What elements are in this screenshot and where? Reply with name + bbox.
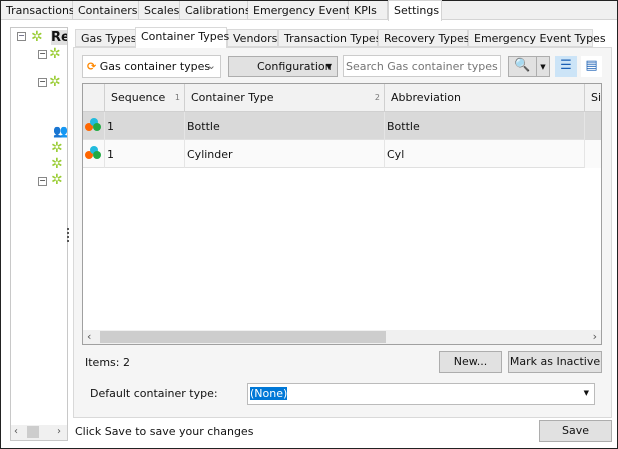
scroll-thumb[interactable] xyxy=(100,331,386,343)
network-node-icon: ✲ xyxy=(49,46,61,62)
default-container-type-value: (None) xyxy=(250,387,288,400)
collapse-icon[interactable]: − xyxy=(17,32,26,41)
status-text: Click Save to save your changes xyxy=(75,425,254,438)
tab-transactions[interactable]: Transactions xyxy=(1,1,75,20)
tab-container-types[interactable]: Container Types xyxy=(135,27,229,48)
cell-container-type: Cylinder xyxy=(185,140,385,168)
header-label: Container Type xyxy=(191,91,274,104)
users-icon: 👥 xyxy=(53,124,68,138)
tree-horizontal-scrollbar[interactable]: ‹ › xyxy=(11,425,67,440)
column-header-site[interactable]: Sit xyxy=(585,84,602,112)
tab-kpis[interactable]: KPIs xyxy=(349,1,388,20)
sort-order: 2 xyxy=(374,93,380,102)
column-header-sequence[interactable]: Sequence 1 xyxy=(105,84,185,112)
network-node-icon: ✲ xyxy=(51,156,63,172)
gas-molecule-icon xyxy=(83,140,105,168)
settings-tree[interactable]: − ✲ Re − ✲ − ✲ 👥 ✲ ✲ − ✲ ‹ › xyxy=(10,27,68,441)
configuration-button[interactable]: Configuration ▼ xyxy=(228,56,338,77)
search-button[interactable]: 🔍 xyxy=(508,56,537,77)
tab-emergency-events[interactable]: Emergency Events xyxy=(248,1,356,20)
table-row[interactable]: 1 Bottle Bottle xyxy=(83,112,601,140)
header-label: Sit xyxy=(591,91,602,104)
items-count: Items: 2 xyxy=(85,356,130,369)
caret-down-icon: ▼ xyxy=(325,62,332,71)
collapse-icon[interactable]: − xyxy=(38,50,47,59)
default-container-type-label: Default container type: xyxy=(90,387,218,400)
scroll-left-icon[interactable]: ‹ xyxy=(87,330,91,343)
default-container-type-select[interactable]: (None) ▼ xyxy=(247,383,595,405)
caret-down-icon: ▼ xyxy=(540,63,546,71)
header-label: Sequence xyxy=(111,91,166,104)
tab-gas-types[interactable]: Gas Types xyxy=(75,29,137,47)
tab-scales[interactable]: Scales xyxy=(139,1,180,20)
cell-container-type: Bottle xyxy=(185,112,385,140)
network-node-icon: ✲ xyxy=(51,140,63,156)
magnifier-icon: 🔍 xyxy=(514,58,531,73)
view-select-value: Gas container types xyxy=(99,60,211,73)
tab-transaction-types[interactable]: Transaction Types xyxy=(278,29,381,47)
tab-emergency-event-types[interactable]: Emergency Event Types xyxy=(468,29,606,47)
tab-calibrations[interactable]: Calibrations xyxy=(180,1,251,20)
tree-root-label[interactable]: Re xyxy=(51,30,67,45)
cell-sequence: 1 xyxy=(105,112,185,140)
row-indicator-header xyxy=(83,84,105,112)
search-options-dropdown[interactable]: ▼ xyxy=(536,56,550,77)
network-node-icon: ✲ xyxy=(51,172,63,188)
tab-strip-filler xyxy=(442,1,617,20)
configuration-label: Configuration xyxy=(257,60,332,73)
collapse-icon[interactable]: − xyxy=(38,177,47,186)
column-header-abbreviation[interactable]: Abbreviation xyxy=(385,84,585,112)
search-input[interactable] xyxy=(343,55,501,77)
grid-horizontal-scrollbar[interactable]: ‹ › xyxy=(83,330,601,344)
list-view-icon: ☰ xyxy=(560,58,572,73)
cell-abbreviation: Cyl xyxy=(385,140,585,168)
caret-down-icon: ▼ xyxy=(583,389,589,397)
collapse-icon[interactable]: − xyxy=(38,78,47,87)
column-header-container-type[interactable]: Container Type 2 xyxy=(185,84,385,112)
refresh-icon: ⟳ xyxy=(87,60,97,73)
cell-abbreviation: Bottle xyxy=(385,112,585,140)
sort-order: 1 xyxy=(174,93,180,102)
splitter-handle[interactable] xyxy=(67,228,70,242)
save-button[interactable]: Save xyxy=(539,420,612,442)
network-node-icon: ✲ xyxy=(49,74,61,90)
tab-recovery-types[interactable]: Recovery Types xyxy=(378,29,470,47)
gas-molecule-icon xyxy=(83,112,105,140)
list-view-button[interactable]: ☰ xyxy=(555,56,577,77)
scroll-right-icon[interactable]: › xyxy=(593,330,597,343)
container-types-grid[interactable]: Sequence 1 Container Type 2 Abbreviation S… xyxy=(82,83,602,345)
cell-sequence: 1 xyxy=(105,140,185,168)
chevron-down-icon: ⌄ xyxy=(206,59,216,72)
mark-inactive-button[interactable]: Mark as Inactive xyxy=(508,351,602,373)
detail-view-icon: ▤ xyxy=(585,58,598,73)
header-label: Abbreviation xyxy=(391,91,461,104)
new-button[interactable]: New... xyxy=(439,351,502,373)
tab-vendors[interactable]: Vendors xyxy=(227,29,278,47)
tab-containers[interactable]: Containers xyxy=(73,1,139,20)
network-node-icon: ✲ xyxy=(31,29,43,45)
tab-settings[interactable]: Settings xyxy=(388,0,442,21)
table-row[interactable]: 1 Cylinder Cyl xyxy=(83,140,601,168)
detail-view-button[interactable]: ▤ xyxy=(581,56,602,77)
view-select[interactable]: ⟳ Gas container types ⌄ xyxy=(82,55,221,78)
